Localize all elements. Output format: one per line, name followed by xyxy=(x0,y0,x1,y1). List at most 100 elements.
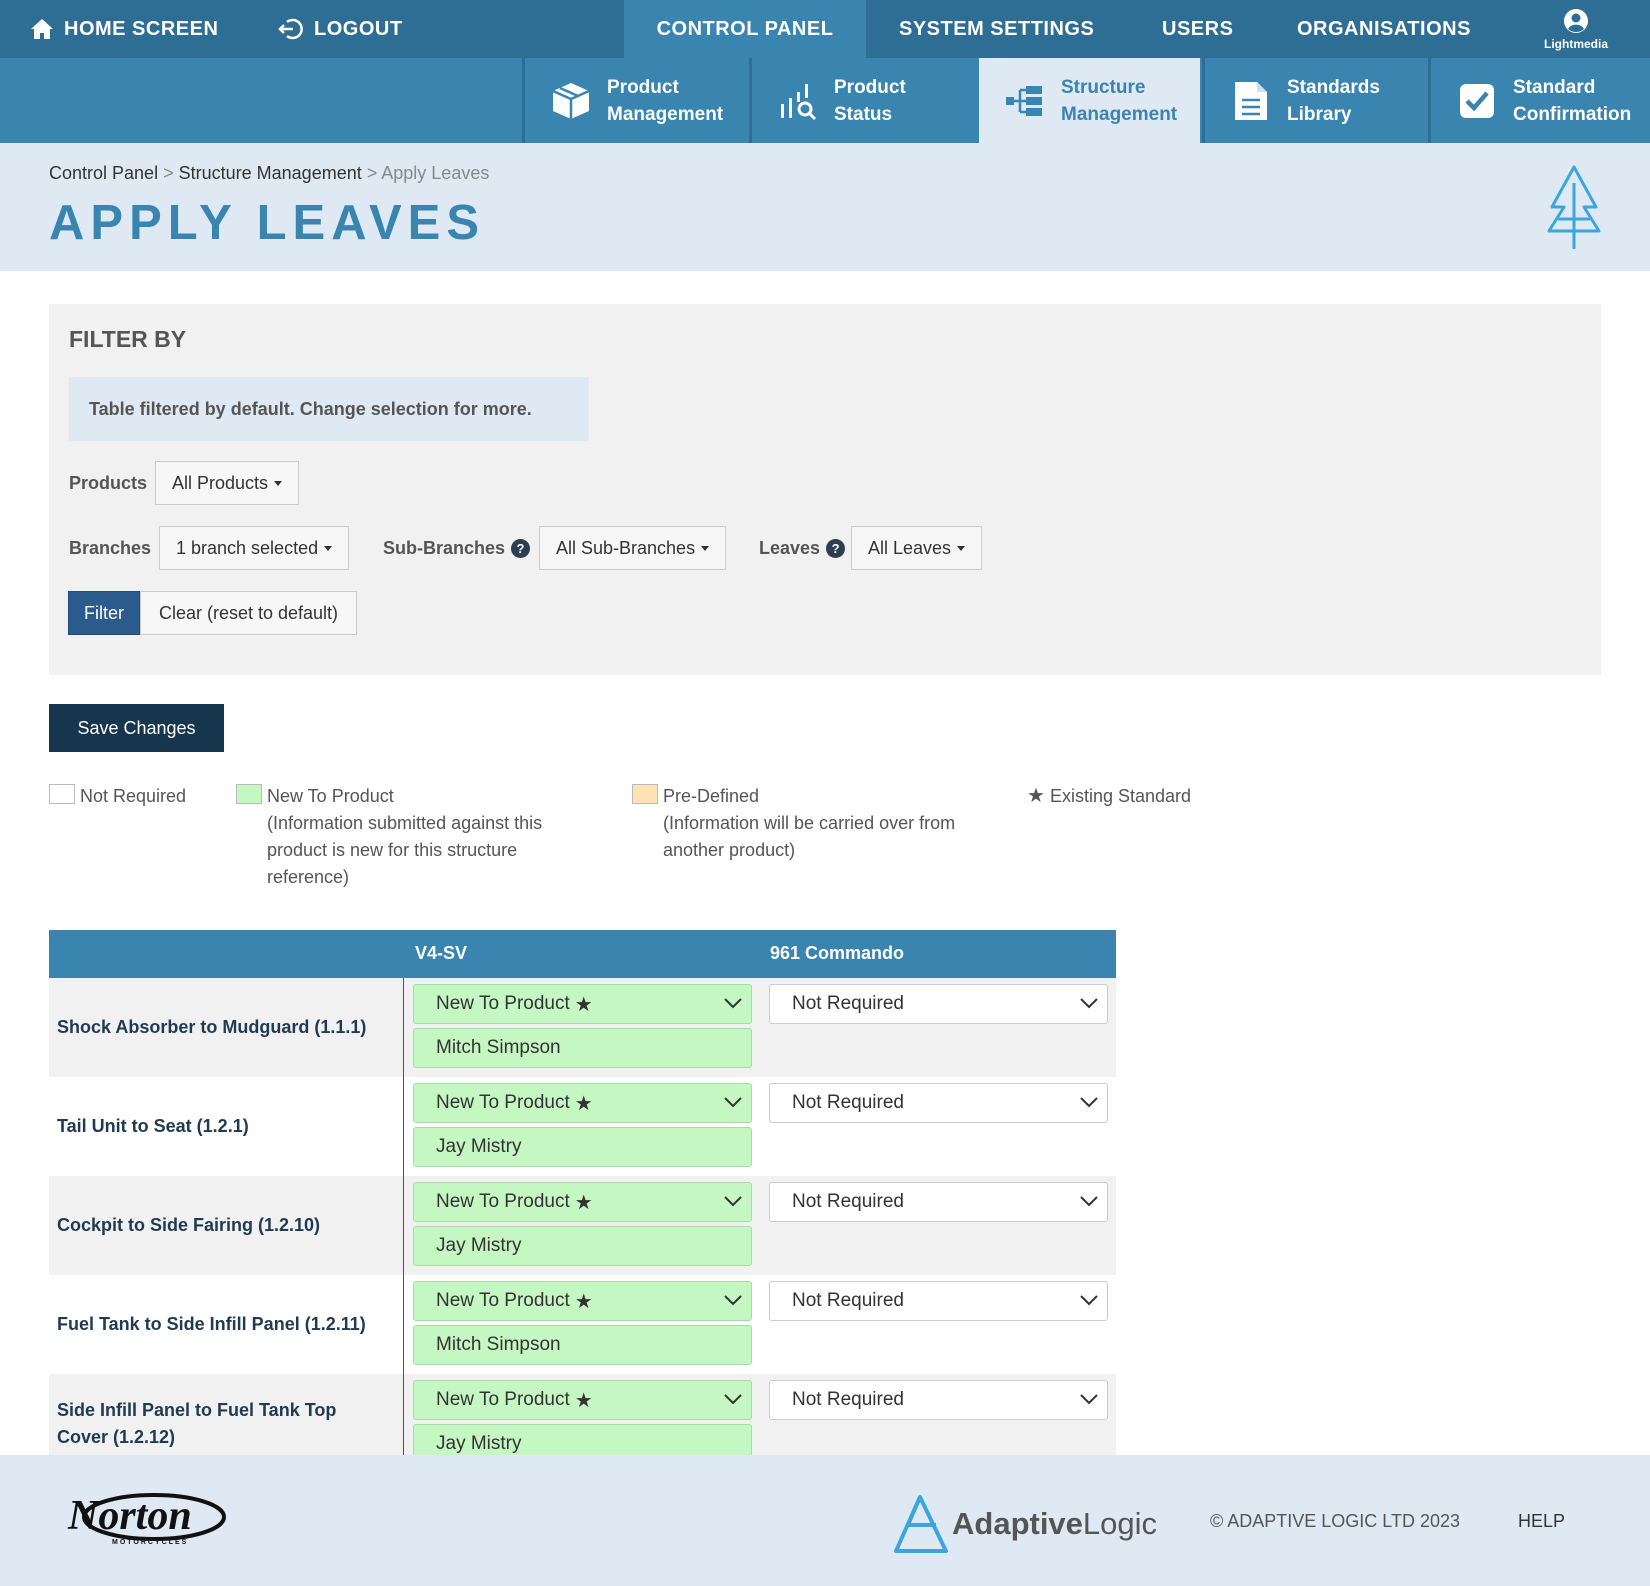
star-icon: ★ xyxy=(1027,785,1045,807)
status-value: Not Required xyxy=(792,1092,904,1113)
leaves-label-group: Leaves? xyxy=(759,526,846,570)
help-icon[interactable]: ? xyxy=(826,538,846,558)
branches-value: 1 branch selected xyxy=(176,537,319,558)
adaptive-logic-light: Logic xyxy=(1082,1506,1158,1541)
leaves-dropdown[interactable]: All Leaves xyxy=(851,526,983,570)
legend-new-desc: (Information submitted against this prod… xyxy=(267,813,543,887)
save-changes-button[interactable]: Save Changes xyxy=(49,704,224,752)
subnav-product-management-line2: Management xyxy=(607,103,724,125)
status-value: Not Required xyxy=(792,1191,904,1212)
table-header: V4-SV 961 Commando xyxy=(49,930,1116,978)
commando-status-select[interactable]: Not Required xyxy=(769,1182,1108,1222)
chevron-down-icon xyxy=(1080,1097,1098,1108)
tab-users[interactable]: USERS xyxy=(1162,0,1233,58)
table-row: Fuel Tank to Side Infill Panel (1.2.11) … xyxy=(49,1275,1116,1374)
legend-predefined-label: Pre-Defined xyxy=(663,786,760,806)
v4sv-person-field[interactable]: Mitch Simpson xyxy=(413,1325,752,1365)
commando-status-select[interactable]: Not Required xyxy=(769,1380,1108,1420)
chevron-down-icon xyxy=(1080,1295,1098,1306)
footer: Norton MOTORCYCLES AdaptiveLogic © ADAPT… xyxy=(0,1455,1650,1586)
status-value: Not Required xyxy=(792,1389,904,1410)
legend-not-required: Not Required xyxy=(49,783,209,810)
subbranches-dropdown[interactable]: All Sub-Branches xyxy=(539,526,727,570)
organisations-label: ORGANISATIONS xyxy=(1297,17,1471,40)
caret-down-icon xyxy=(274,480,283,486)
status-value: Not Required xyxy=(792,993,904,1014)
copyright: © ADAPTIVE LOGIC LTD 2023 xyxy=(1210,1511,1461,1531)
v4sv-status-select[interactable]: New To Product ★ xyxy=(413,1083,752,1123)
subnav-standards-library[interactable]: Standards Library xyxy=(1202,58,1426,143)
subnav-product-status-line1: Product xyxy=(834,76,906,98)
v4sv-person-field[interactable]: Jay Mistry xyxy=(413,1226,752,1266)
status-value: New To Product xyxy=(436,1191,570,1212)
products-dropdown[interactable]: All Products xyxy=(155,461,300,505)
subbranches-label-group: Sub-Branches? xyxy=(383,526,531,570)
v4sv-status-select[interactable]: New To Product ★ xyxy=(413,984,752,1024)
user-menu[interactable]: Lightmedia xyxy=(1544,0,1608,58)
star-icon: ★ xyxy=(574,1389,593,1412)
branches-label: Branches xyxy=(69,537,152,558)
legend-new-label: New To Product xyxy=(267,786,394,806)
help-icon[interactable]: ? xyxy=(511,538,531,558)
user-avatar-icon xyxy=(1564,8,1588,33)
branches-dropdown[interactable]: 1 branch selected xyxy=(159,526,350,570)
filter-button[interactable]: Filter xyxy=(68,591,140,635)
legend-new-to-product: New To Product (Information submitted ag… xyxy=(236,783,566,891)
subbranches-value: All Sub-Branches xyxy=(556,537,696,558)
leaves-value: All Leaves xyxy=(868,537,952,558)
star-icon: ★ xyxy=(574,1191,593,1214)
breadcrumb-control-panel[interactable]: Control Panel xyxy=(49,163,158,183)
column-header-v4-sv: V4-SV xyxy=(415,943,468,963)
filter-panel: FILTER BY Table filtered by default. Cha… xyxy=(49,304,1601,675)
v4sv-status-select[interactable]: New To Product ★ xyxy=(413,1380,752,1420)
commando-status-select[interactable]: Not Required xyxy=(769,984,1108,1024)
top-navigation: HOME SCREEN LOGOUT CONTROL PANEL SYSTEM … xyxy=(0,0,1650,58)
home-screen-link[interactable]: HOME SCREEN xyxy=(30,0,218,58)
norton-logo: Norton MOTORCYCLES xyxy=(67,1493,226,1546)
v4sv-person-field[interactable]: Mitch Simpson xyxy=(413,1028,752,1068)
logout-link[interactable]: LOGOUT xyxy=(278,0,403,58)
products-label: Products xyxy=(69,472,148,493)
table-row: Shock Absorber to Mudguard (1.1.1) New T… xyxy=(49,978,1116,1077)
column-divider xyxy=(403,1176,404,1275)
subnav-standards-library-line2: Library xyxy=(1287,103,1352,125)
leaves-table: V4-SV 961 Commando Shock Absorber to Mud… xyxy=(49,930,1116,1473)
status-value: New To Product xyxy=(436,1389,570,1410)
status-value: New To Product xyxy=(436,1092,570,1113)
user-name: Lightmedia xyxy=(1544,36,1609,51)
v4sv-status-select[interactable]: New To Product ★ xyxy=(413,1182,752,1222)
chevron-down-icon xyxy=(724,1394,742,1405)
commando-status-select[interactable]: Not Required xyxy=(769,1083,1108,1123)
tab-organisations[interactable]: ORGANISATIONS xyxy=(1297,0,1471,58)
subnav-standards-library-line1: Standards xyxy=(1287,76,1380,98)
home-screen-label: HOME SCREEN xyxy=(64,17,219,40)
subnav-product-status[interactable]: Product Status xyxy=(749,58,973,143)
breadcrumb-structure-management[interactable]: Structure Management xyxy=(179,163,362,183)
subbranches-label: Sub-Branches xyxy=(383,537,506,558)
chevron-down-icon xyxy=(1080,1394,1098,1405)
svg-text:Norton: Norton xyxy=(67,1493,192,1539)
help-link[interactable]: HELP xyxy=(1518,1511,1565,1532)
breadcrumb-current: Apply Leaves xyxy=(381,163,490,183)
commando-status-select[interactable]: Not Required xyxy=(769,1281,1108,1321)
chart-search-icon xyxy=(781,83,817,120)
column-divider xyxy=(403,1077,404,1176)
caret-down-icon xyxy=(324,545,333,551)
subnav-structure-management[interactable]: Structure Management xyxy=(976,58,1200,143)
v4sv-status-select[interactable]: New To Product ★ xyxy=(413,1281,752,1321)
person-value: Jay Mistry xyxy=(436,1136,522,1157)
person-value: Jay Mistry xyxy=(436,1433,522,1454)
logout-label: LOGOUT xyxy=(314,17,403,40)
v4sv-person-field[interactable]: Jay Mistry xyxy=(413,1127,752,1167)
clear-button[interactable]: Clear (reset to default) xyxy=(140,591,357,635)
subnav-product-status-line2: Status xyxy=(834,103,893,125)
page-title: APPLY LEAVES xyxy=(49,196,486,250)
subnav-product-management[interactable]: Product Management xyxy=(522,58,746,143)
home-icon xyxy=(31,19,53,39)
tab-control-panel[interactable]: CONTROL PANEL xyxy=(624,0,866,58)
tab-system-settings[interactable]: SYSTEM SETTINGS xyxy=(899,0,1094,58)
logout-icon xyxy=(278,18,303,40)
products-value: All Products xyxy=(172,472,269,493)
subnav-standard-confirmation[interactable]: Standard Confirmation xyxy=(1428,58,1650,143)
subnav-structure-management-line2: Management xyxy=(1061,103,1178,125)
